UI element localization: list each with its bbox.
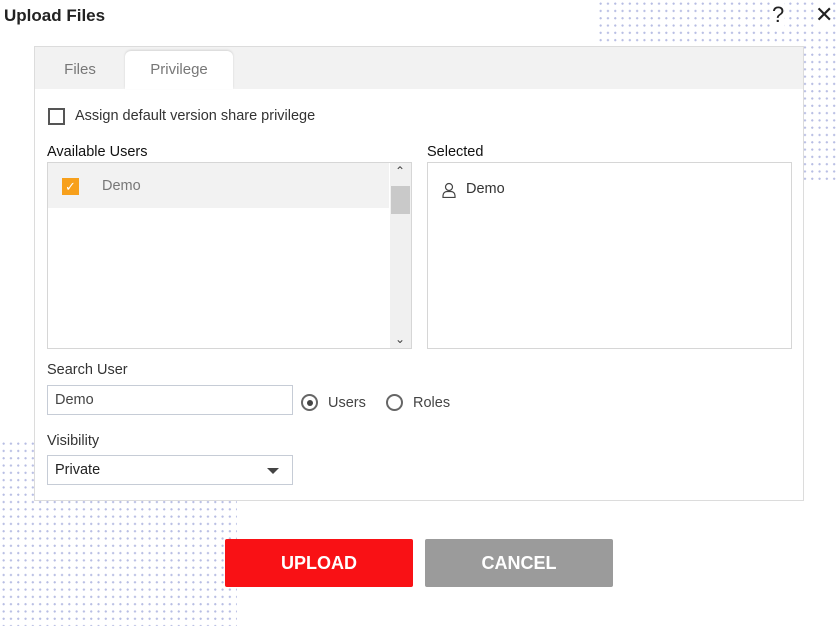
users-radio-label[interactable]: Users — [328, 395, 366, 411]
visibility-select[interactable]: Private — [47, 455, 293, 485]
user-icon — [442, 182, 456, 198]
list-item[interactable]: ✓ Demo — [48, 163, 389, 208]
user-name: Demo — [466, 181, 505, 197]
roles-radio[interactable] — [386, 394, 403, 411]
chevron-down-icon — [267, 468, 279, 474]
user-name: Demo — [102, 178, 141, 194]
tab-privilege[interactable]: Privilege — [125, 51, 233, 89]
search-user-input[interactable]: Demo — [47, 385, 293, 415]
available-users-list: ✓ Demo ⌃ ⌄ — [47, 162, 412, 349]
visibility-value: Private — [55, 462, 101, 478]
upload-button[interactable]: UPLOAD — [225, 539, 413, 587]
dialog-title: Upload Files — [4, 6, 106, 25]
visibility-label: Visibility — [47, 433, 100, 449]
scroll-up-icon[interactable]: ⌃ — [395, 164, 405, 178]
roles-radio-label[interactable]: Roles — [413, 395, 450, 411]
assign-default-checkbox[interactable] — [48, 108, 65, 125]
checkbox-checked-icon[interactable]: ✓ — [62, 178, 79, 195]
upload-panel: Files Privilege Assign default version s… — [34, 46, 804, 501]
search-user-label: Search User — [47, 362, 128, 378]
help-icon[interactable]: ? — [772, 2, 785, 28]
tab-files[interactable]: Files — [35, 51, 125, 89]
tab-bar: Files Privilege — [35, 47, 803, 89]
scroll-thumb[interactable] — [391, 186, 410, 214]
scrollbar[interactable]: ⌃ ⌄ — [390, 163, 411, 348]
users-radio[interactable] — [301, 394, 318, 411]
cancel-button[interactable]: CANCEL — [425, 539, 613, 587]
selected-label: Selected — [427, 144, 484, 160]
available-users-label: Available Users — [47, 144, 148, 160]
selected-users-list: Demo — [427, 162, 792, 349]
scroll-down-icon[interactable]: ⌄ — [395, 332, 405, 346]
assign-default-label: Assign default version share privilege — [75, 108, 316, 124]
close-icon[interactable]: ✕ — [815, 2, 834, 28]
